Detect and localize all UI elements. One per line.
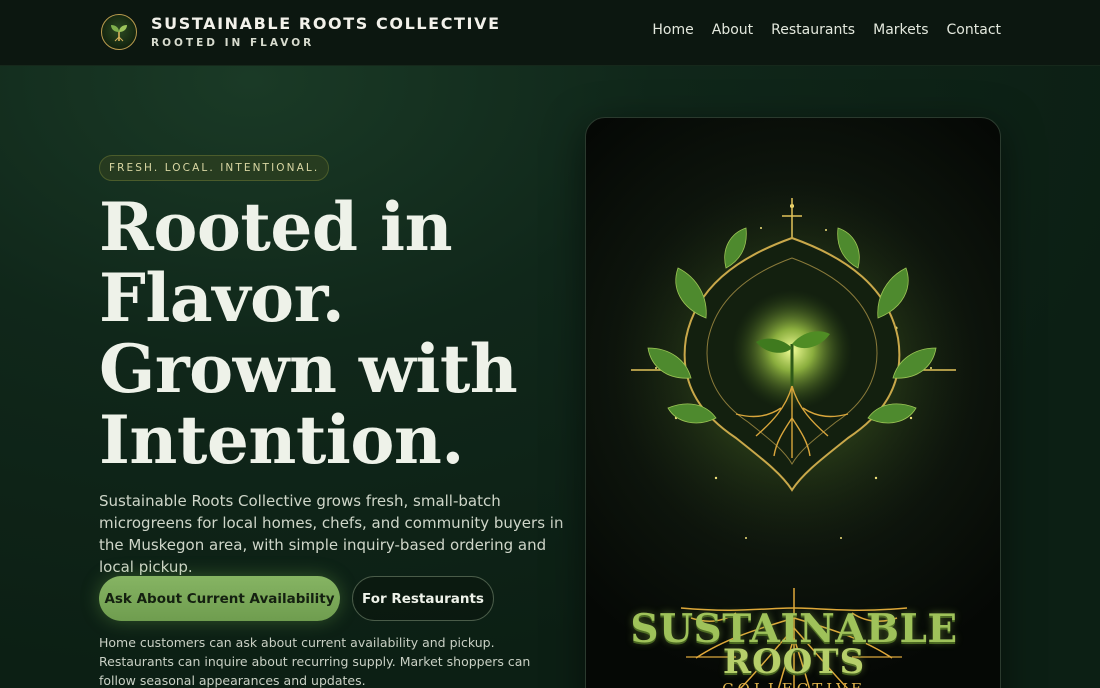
for-restaurants-button[interactable]: For Restaurants: [352, 576, 494, 621]
hero-headline: Rooted in Flavor. Grown with Intention.: [99, 192, 569, 476]
ask-availability-button[interactable]: Ask About Current Availability: [99, 576, 340, 621]
headline-line-2: Flavor.: [99, 259, 345, 337]
nav-about-link[interactable]: About: [712, 22, 753, 38]
brand-subtitle: ROOTED IN FLAVOR: [151, 37, 315, 49]
sprout-roots-emblem-icon: [604, 178, 984, 688]
nav-contact-link[interactable]: Contact: [947, 22, 1001, 38]
sprout-icon: [101, 14, 137, 50]
brand-artwork-card: SUSTAINABLE ROOTS COLLECTIVE: [585, 117, 1001, 688]
artwork-title-line-3: COLLECTIVE: [586, 680, 1000, 688]
headline-line-1: Rooted in: [99, 188, 453, 266]
hero-note: Home customers can ask about current ava…: [99, 635, 531, 688]
brand[interactable]: SUSTAINABLE ROOTS COLLECTIVE ROOTED IN F…: [101, 14, 501, 50]
main-nav: Home About Restaurants Markets Contact: [652, 22, 1001, 38]
brand-title: SUSTAINABLE ROOTS COLLECTIVE: [151, 14, 501, 33]
nav-restaurants-link[interactable]: Restaurants: [771, 22, 855, 38]
hero-lead-text: Sustainable Roots Collective grows fresh…: [99, 492, 564, 576]
headline-line-4: Intention.: [99, 401, 464, 479]
site-header: SUSTAINABLE ROOTS COLLECTIVE ROOTED IN F…: [0, 0, 1100, 66]
nav-markets-link[interactable]: Markets: [873, 22, 928, 38]
eyebrow-badge: FRESH. LOCAL. INTENTIONAL.: [99, 155, 330, 181]
artwork-title-line-2: ROOTS: [722, 642, 866, 682]
headline-line-3: Grown with: [99, 330, 518, 408]
nav-home-link[interactable]: Home: [652, 22, 693, 38]
